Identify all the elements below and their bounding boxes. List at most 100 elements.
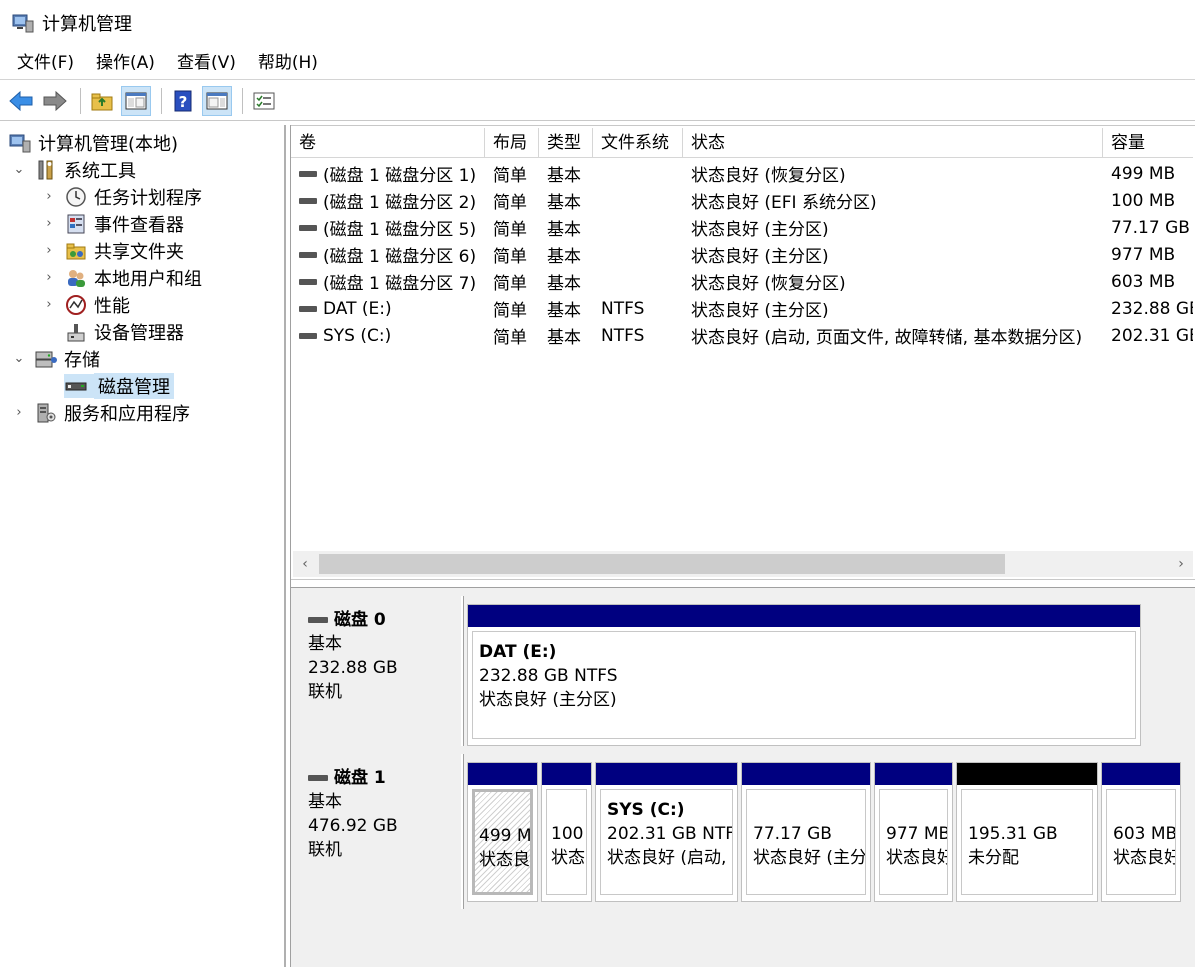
table-row[interactable]: DAT (E:) 简单 基本 NTFS 状态良好 (主分区) 232.88 GB bbox=[291, 295, 1193, 322]
partition-disk1-7[interactable]: 603 MB 状态良好 bbox=[1101, 762, 1181, 902]
tree-item-task-scheduler[interactable]: › 任务计划程序 bbox=[40, 183, 202, 210]
scroll-right-icon[interactable]: › bbox=[1169, 551, 1193, 577]
show-hide-action-pane-button[interactable] bbox=[202, 85, 232, 116]
tree-item-shared-folders[interactable]: › 共享文件夹 bbox=[40, 237, 184, 264]
tree-label: 事件查看器 bbox=[94, 214, 184, 236]
column-header-layout[interactable]: 布局 bbox=[485, 128, 539, 158]
show-hide-tree-button[interactable] bbox=[121, 85, 151, 116]
table-row[interactable]: (磁盘 1 磁盘分区 7) 简单 基本 状态良好 (恢复分区) 603 MB bbox=[291, 268, 1193, 295]
tree-item-performance[interactable]: › 性能 bbox=[40, 291, 130, 318]
cell-text: 简单 bbox=[493, 301, 527, 321]
back-button[interactable] bbox=[6, 86, 36, 116]
clock-icon bbox=[64, 185, 88, 209]
scroll-left-icon[interactable]: ‹ bbox=[293, 551, 317, 577]
cell-text: NTFS bbox=[601, 298, 645, 319]
disk-0-type: 基本 bbox=[308, 634, 342, 654]
partition-sys-c[interactable]: SYS (C:) 202.31 GB NTFS 状态良好 (启动, 页面文件, … bbox=[595, 762, 738, 902]
partition-info: 77.17 GB 状态良好 (主分区) bbox=[746, 789, 866, 895]
cell-type: 基本 bbox=[539, 161, 593, 186]
unallocated-space[interactable]: 195.31 GB 未分配 bbox=[956, 762, 1098, 902]
tree-item-local-users[interactable]: › 本地用户和组 bbox=[40, 264, 202, 291]
cell-status: 状态良好 (主分区) bbox=[683, 215, 1103, 240]
horizontal-scrollbar[interactable]: ‹ › bbox=[293, 551, 1193, 577]
menu-help[interactable]: 帮助(H) bbox=[247, 46, 329, 80]
tree-item-disk-management[interactable]: 磁盘管理 bbox=[64, 372, 174, 399]
column-header-filesystem[interactable]: 文件系统 bbox=[593, 128, 683, 158]
partition-name bbox=[1113, 798, 1169, 822]
cell-text: 状态良好 (主分区) bbox=[691, 220, 829, 240]
partition-status: 状态良好 bbox=[886, 848, 948, 868]
disk-0-status: 联机 bbox=[308, 682, 342, 702]
column-header-capacity[interactable]: 容量 bbox=[1103, 128, 1193, 158]
tree-label: 系统工具 bbox=[64, 160, 136, 182]
cell-volume: DAT (E:) bbox=[291, 299, 485, 319]
cell-text: 100 MB bbox=[1111, 190, 1176, 211]
cell-text: 状态良好 (EFI 系统分区) bbox=[691, 193, 877, 213]
table-row[interactable]: (磁盘 1 磁盘分区 5) 简单 基本 状态良好 (主分区) 77.17 GB bbox=[291, 214, 1193, 241]
volume-icon bbox=[299, 197, 317, 204]
cell-text: DAT (E:) bbox=[323, 298, 392, 319]
chevron-right-icon[interactable]: › bbox=[40, 189, 58, 204]
partition-disk1-2[interactable]: 100 MB 状态良好 bbox=[541, 762, 592, 902]
chevron-right-icon[interactable]: › bbox=[40, 243, 58, 258]
column-header-type[interactable]: 类型 bbox=[539, 128, 593, 158]
cell-text: 简单 bbox=[493, 220, 527, 240]
cell-layout: 简单 bbox=[485, 242, 539, 267]
tree-item-system-tools[interactable]: ⌄ 系统工具 bbox=[10, 156, 136, 183]
forward-button[interactable] bbox=[40, 86, 70, 116]
disk-1-label[interactable]: 磁盘 1 基本 476.92 GB 联机 bbox=[293, 754, 463, 909]
partition-dat-e[interactable]: DAT (E:) 232.88 GB NTFS 状态良好 (主分区) bbox=[467, 604, 1141, 746]
toolbar: ? bbox=[0, 81, 1195, 121]
volume-icon bbox=[299, 224, 317, 231]
tree-item-services-apps[interactable]: › 服务和应用程序 bbox=[10, 399, 190, 426]
partition-size: 977 MB bbox=[886, 824, 948, 844]
partition-disk1-6[interactable]: 977 MB 状态良好 bbox=[874, 762, 953, 902]
cell-text: (磁盘 1 磁盘分区 1) bbox=[323, 166, 477, 186]
chevron-right-icon[interactable]: › bbox=[40, 270, 58, 285]
up-folder-button[interactable] bbox=[87, 86, 117, 116]
chevron-right-icon[interactable]: › bbox=[10, 405, 28, 420]
menu-view[interactable]: 查看(V) bbox=[166, 46, 247, 80]
tree-label: 服务和应用程序 bbox=[64, 403, 190, 425]
cell-text: 499 MB bbox=[1111, 163, 1176, 184]
column-header-volume[interactable]: 卷 bbox=[291, 128, 485, 158]
table-row[interactable]: (磁盘 1 磁盘分区 2) 简单 基本 状态良好 (EFI 系统分区) 100 MB bbox=[291, 187, 1193, 214]
volume-icon bbox=[299, 332, 317, 339]
partition-name: SYS (C:) bbox=[607, 800, 685, 820]
table-row[interactable]: SYS (C:) 简单 基本 NTFS 状态良好 (启动, 页面文件, 故障转储, 基本… bbox=[291, 322, 1193, 349]
services-icon bbox=[34, 401, 58, 425]
scrollbar-thumb[interactable] bbox=[319, 554, 1005, 574]
tree-item-event-viewer[interactable]: › 事件查看器 bbox=[40, 210, 184, 237]
help-button[interactable]: ? bbox=[168, 86, 198, 116]
menu-file[interactable]: 文件(F) bbox=[6, 46, 85, 80]
cell-text: 基本 bbox=[547, 247, 581, 267]
computer-management-icon bbox=[12, 14, 34, 33]
partition-name bbox=[479, 800, 526, 824]
cell-status: 状态良好 (恢复分区) bbox=[683, 269, 1103, 294]
properties-list-icon bbox=[253, 92, 275, 109]
cell-text: (磁盘 1 磁盘分区 5) bbox=[323, 220, 477, 240]
table-row[interactable]: (磁盘 1 磁盘分区 6) 简单 基本 状态良好 (主分区) 977 MB bbox=[291, 241, 1193, 268]
disk-1-size: 476.92 GB bbox=[308, 816, 398, 836]
disk-0-label[interactable]: 磁盘 0 基本 232.88 GB 联机 bbox=[293, 596, 463, 746]
partition-disk1-1[interactable]: 499 MB 状态良好 bbox=[467, 762, 538, 902]
tree-item-computer-management[interactable]: 计算机管理(本地) bbox=[8, 129, 178, 156]
cell-layout: 简单 bbox=[485, 188, 539, 213]
menu-action[interactable]: 操作(A) bbox=[85, 46, 166, 80]
action-pane-icon bbox=[206, 92, 228, 109]
properties-button[interactable] bbox=[249, 86, 279, 116]
cell-type: 基本 bbox=[539, 215, 593, 240]
chevron-down-icon[interactable]: ⌄ bbox=[10, 162, 28, 177]
chevron-right-icon[interactable]: › bbox=[40, 297, 58, 312]
chevron-right-icon[interactable]: › bbox=[40, 216, 58, 231]
column-header-status[interactable]: 状态 bbox=[683, 128, 1103, 158]
cell-capacity: 232.88 GB bbox=[1103, 299, 1193, 319]
table-row[interactable]: (磁盘 1 磁盘分区 1) 简单 基本 状态良好 (恢复分区) 499 MB bbox=[291, 160, 1193, 187]
cell-status: 状态良好 (EFI 系统分区) bbox=[683, 188, 1103, 213]
tree-item-device-manager[interactable]: 设备管理器 bbox=[64, 318, 184, 345]
menu-bar: 文件(F) 操作(A) 查看(V) 帮助(H) bbox=[0, 46, 1195, 80]
chevron-down-icon[interactable]: ⌄ bbox=[10, 351, 28, 366]
partition-disk1-5[interactable]: 77.17 GB 状态良好 (主分区) bbox=[741, 762, 871, 902]
partition-bar bbox=[875, 763, 952, 785]
tree-item-storage[interactable]: ⌄ 存储 bbox=[10, 345, 100, 372]
